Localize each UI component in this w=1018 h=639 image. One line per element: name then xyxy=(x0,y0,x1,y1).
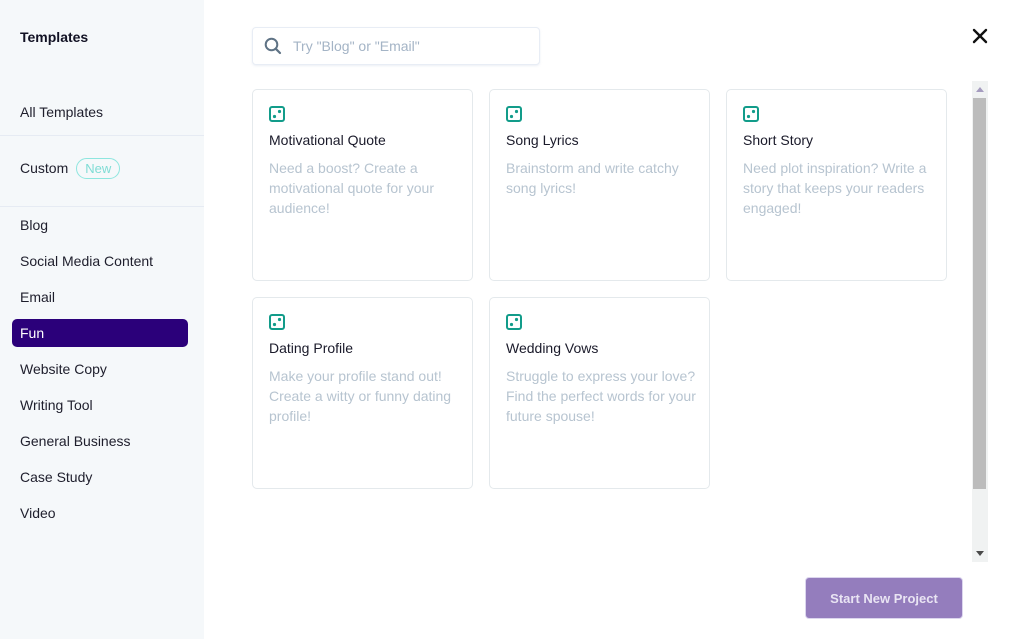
sidebar-item-label: Custom xyxy=(20,160,69,177)
sidebar-divider xyxy=(0,135,204,136)
card-title: Short Story xyxy=(743,132,814,148)
start-new-project-button[interactable]: Start New Project xyxy=(805,577,963,619)
search-box[interactable] xyxy=(252,27,540,65)
sidebar-item-blog[interactable]: Blog xyxy=(20,217,48,233)
dice-icon xyxy=(506,106,522,122)
sidebar-item-all-templates[interactable]: All Templates xyxy=(20,104,103,120)
template-card-short-story[interactable]: Short Story Need plot inspiration? Write… xyxy=(726,89,947,281)
sidebar-item-email[interactable]: Email xyxy=(20,289,55,305)
sidebar-item-fun[interactable]: Fun xyxy=(12,319,188,347)
template-card-dating-profile[interactable]: Dating Profile Make your profile stand o… xyxy=(252,297,473,489)
dice-icon xyxy=(506,314,522,330)
sidebar-item-video[interactable]: Video xyxy=(20,505,56,521)
main-panel: Motivational Quote Need a boost? Create … xyxy=(204,0,1018,639)
card-description: Need a boost? Create a motivational quot… xyxy=(269,160,434,216)
sidebar-item-website-copy[interactable]: Website Copy xyxy=(20,361,107,377)
search-input[interactable] xyxy=(293,38,523,54)
card-description: Struggle to express your love? Find the … xyxy=(506,368,696,424)
card-title: Motivational Quote xyxy=(269,132,386,148)
template-card-motivational-quote[interactable]: Motivational Quote Need a boost? Create … xyxy=(252,89,473,281)
scroll-down-arrow-icon xyxy=(976,551,984,556)
card-title: Dating Profile xyxy=(269,340,354,356)
sidebar-divider xyxy=(0,206,204,207)
sidebar-item-case-study[interactable]: Case Study xyxy=(20,469,92,485)
sidebar-title: Templates xyxy=(20,29,89,45)
scroll-up-button[interactable] xyxy=(972,81,988,98)
sidebar: Templates All Templates Custom New Blog S… xyxy=(0,0,204,639)
dice-icon xyxy=(743,106,759,122)
template-card-wedding-vows[interactable]: Wedding Vows Struggle to express your lo… xyxy=(489,297,710,489)
sidebar-item-writing-tool[interactable]: Writing Tool xyxy=(20,397,93,413)
card-title: Song Lyrics xyxy=(506,132,579,148)
templates-modal: Templates All Templates Custom New Blog S… xyxy=(0,0,1018,639)
dice-icon xyxy=(269,106,285,122)
dice-icon xyxy=(269,314,285,330)
sidebar-item-general-business[interactable]: General Business xyxy=(20,433,131,449)
template-card-song-lyrics[interactable]: Song Lyrics Brainstorm and write catchy … xyxy=(489,89,710,281)
scroll-thumb[interactable] xyxy=(973,98,986,489)
close-icon xyxy=(972,28,988,44)
card-description: Brainstorm and write catchy song lyrics! xyxy=(506,160,679,196)
scroll-down-button[interactable] xyxy=(972,545,988,562)
card-title: Wedding Vows xyxy=(506,340,599,356)
sidebar-item-social-media-content[interactable]: Social Media Content xyxy=(20,253,153,269)
new-badge: New xyxy=(76,158,121,179)
scroll-up-arrow-icon xyxy=(976,87,984,92)
card-description: Make your profile stand out! Create a wi… xyxy=(269,368,452,424)
scrollbar[interactable] xyxy=(972,81,988,562)
search-icon xyxy=(264,37,282,55)
sidebar-item-custom[interactable]: Custom New xyxy=(20,158,121,180)
close-button[interactable] xyxy=(970,26,990,46)
card-description: Need plot inspiration? Write a story tha… xyxy=(743,160,927,216)
